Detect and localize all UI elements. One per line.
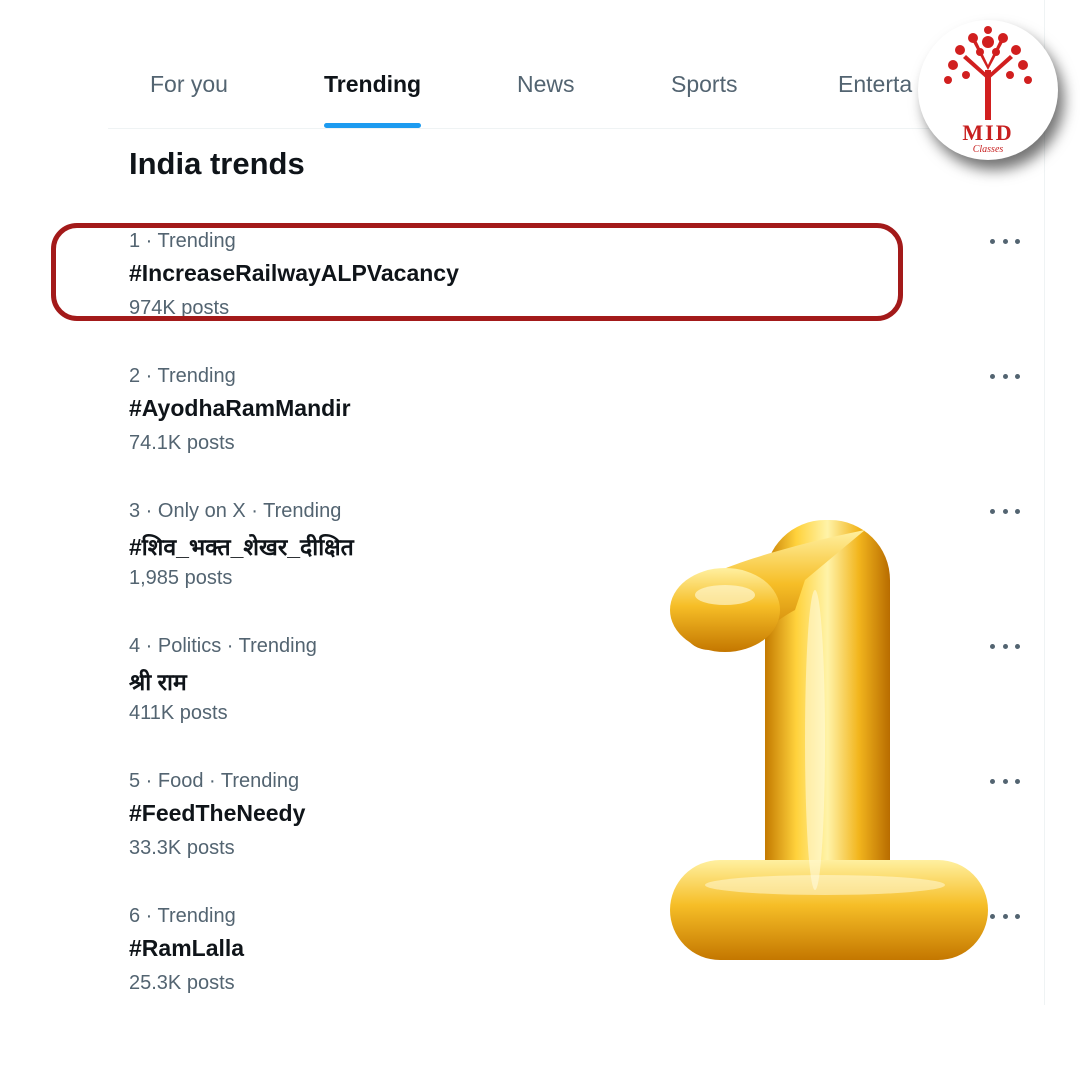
trend-meta: 2 · Trending (129, 365, 236, 387)
tab-sports[interactable]: Sports (671, 40, 737, 128)
tab-label: Trending (324, 70, 422, 97)
trend-name: #RamLalla (129, 935, 245, 961)
trend-name: #FeedTheNeedy (129, 800, 306, 826)
tab-label: For you (150, 70, 228, 97)
gold-number-one-graphic (670, 520, 988, 960)
tab-trending[interactable]: Trending (324, 40, 422, 128)
logo-text: MID (962, 120, 1014, 145)
trend-meta: 4 · Politics · Trending (129, 635, 317, 657)
tab-label: Enterta (838, 70, 913, 97)
trend-name: #शिव_भक्त_शेखर_दीक्षित (129, 534, 354, 560)
trend-post-count: 74.1K posts (129, 432, 235, 454)
trend-meta: 5 · Food · Trending (129, 770, 300, 792)
trend-item-1[interactable]: 1 · Trending #IncreaseRailwayALPVacancy … (129, 230, 989, 342)
more-options-icon[interactable] (990, 366, 1020, 386)
tree-icon (944, 26, 1032, 120)
more-options-icon[interactable] (990, 231, 1020, 251)
trend-meta: 6 · Trending (129, 905, 236, 927)
trend-meta: 3 · Only on X · Trending (129, 500, 342, 522)
tab-news[interactable]: News (517, 40, 575, 128)
logo-subtext: Classes (972, 144, 1004, 155)
trend-item-2[interactable]: 2 · Trending #AyodhaRamMandir 74.1K post… (129, 365, 989, 477)
tab-label: News (517, 70, 575, 97)
tab-entertainment[interactable]: Enterta (838, 40, 912, 128)
brand-logo: MID Classes (918, 20, 1058, 160)
trend-name: श्री राम (129, 669, 187, 695)
trend-post-count: 1,985 posts (129, 567, 233, 589)
active-tab-indicator (324, 123, 422, 128)
tab-label: Sports (671, 70, 738, 97)
tab-for-you[interactable]: For you (150, 40, 228, 128)
tab-bar: For you Trending News Sports Enterta (108, 40, 1044, 129)
page-title: India trends (129, 146, 305, 181)
trend-post-count: 974K posts (129, 297, 230, 319)
trend-post-count: 411K posts (129, 702, 228, 724)
trend-post-count: 25.3K posts (129, 972, 235, 994)
trend-post-count: 33.3K posts (129, 837, 235, 859)
trend-name: #AyodhaRamMandir (129, 395, 351, 421)
trend-name: #IncreaseRailwayALPVacancy (129, 260, 459, 286)
trend-meta: 1 · Trending (129, 230, 236, 252)
